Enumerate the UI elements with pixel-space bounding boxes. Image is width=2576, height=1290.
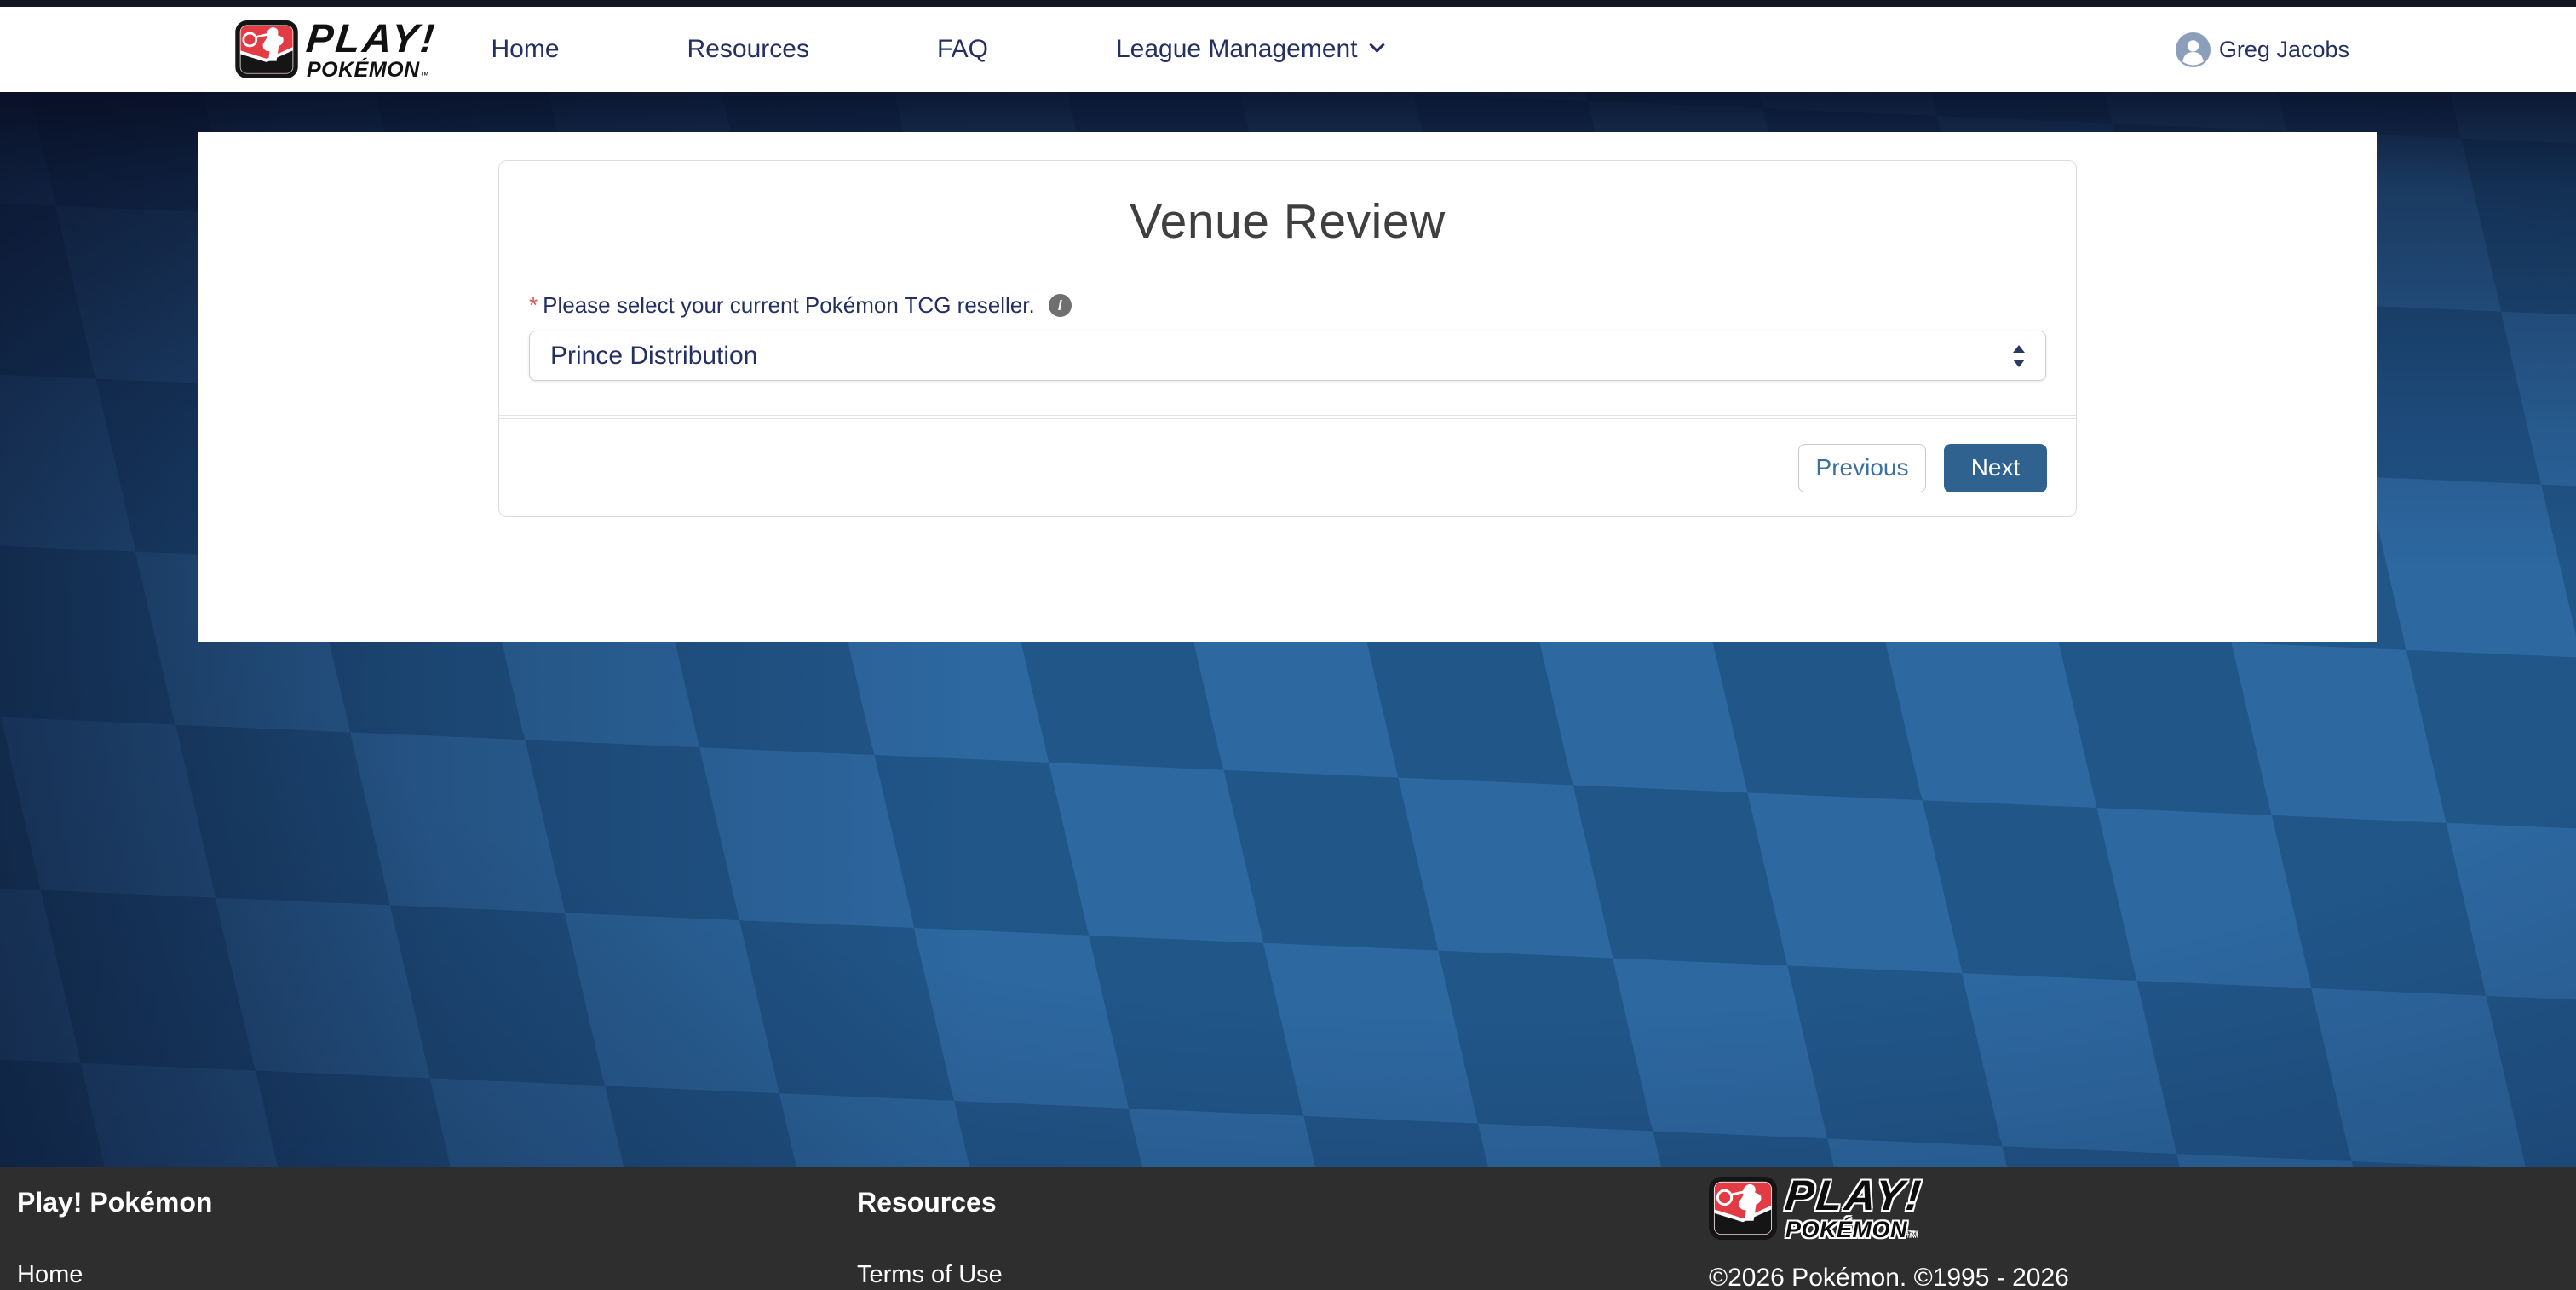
stepper-down-arrow-icon (2013, 360, 2025, 367)
chevron-down-icon (1369, 37, 1384, 52)
user-menu[interactable]: Greg Jacobs (2176, 32, 2349, 67)
play-pokemon-logo-text: PLAY! POKÉMON™ (307, 18, 437, 81)
venue-review-card-footer: Previous Next (499, 418, 2076, 516)
select-stepper-icon (2013, 345, 2025, 367)
footer-links-resources: Terms of Use Privacy Notice (857, 1262, 1709, 1290)
reseller-field-label-row: * Please select your current Pokémon TCG… (529, 292, 2046, 319)
previous-button[interactable]: Previous (1798, 444, 1926, 492)
footer-play-pokemon-logo: PLAY! POKÉMON™ (1709, 1174, 2069, 1241)
copyright-text: ©2026 Pokémon. ©1995 - 2026 (1709, 1264, 2069, 1290)
main-nav: Home Resources FAQ League Management (492, 35, 1383, 64)
nav-item-home[interactable]: Home (492, 35, 560, 64)
stepper-up-arrow-icon (2013, 345, 2025, 353)
footer-heading-resources: Resources (857, 1187, 1709, 1218)
required-marker: * (529, 292, 538, 316)
footer-links-play-pokemon: Home Ad Settings (17, 1262, 857, 1290)
footer-trademark-symbol: ™ (1907, 1231, 1918, 1241)
footer-column-play-pokemon: Play! Pokémon Home Ad Settings (0, 1167, 857, 1290)
venue-review-card: Venue Review * Please select your curren… (498, 160, 2077, 517)
user-name: Greg Jacobs (2219, 37, 2349, 63)
nav-item-resources[interactable]: Resources (687, 35, 809, 64)
nav-item-faq[interactable]: FAQ (937, 35, 988, 64)
footer-logo-pokemon-word: POKÉMON™ (1785, 1218, 1923, 1241)
footer-heading-play-pokemon: Play! Pokémon (17, 1187, 857, 1218)
main-area: Venue Review * Please select your curren… (0, 92, 2576, 1167)
footer-logo-play-word: PLAY! (1783, 1174, 1925, 1217)
next-button[interactable]: Next (1944, 444, 2047, 492)
trademark-symbol: ™ (420, 71, 430, 81)
page: PLAY! POKÉMON™ Home Resources FAQ League… (0, 0, 2576, 1290)
content-panel: Venue Review * Please select your curren… (198, 132, 2377, 642)
play-pokemon-logo[interactable]: PLAY! POKÉMON™ (235, 18, 437, 81)
info-icon[interactable]: i (1049, 294, 1072, 317)
footer-logo-text: PLAY! POKÉMON™ (1785, 1174, 1923, 1241)
reseller-field-label: Please select your current Pokémon TCG r… (543, 292, 1035, 319)
logo-pokemon-word: POKÉMON™ (307, 60, 437, 81)
user-avatar-icon (2176, 32, 2211, 67)
page-title: Venue Review (499, 193, 2076, 250)
footer-play-pokemon-logo-icon (1709, 1177, 1777, 1240)
footer-column-resources: Resources Terms of Use Privacy Notice (857, 1167, 1709, 1290)
footer-link-home[interactable]: Home (17, 1262, 857, 1288)
venue-review-card-body: Venue Review * Please select your curren… (499, 161, 2076, 416)
footer-column-brand: PLAY! POKÉMON™ ©2026 Pokémon. ©1995 - 20… (1709, 1167, 2069, 1290)
footer: Play! Pokémon Home Ad Settings Resources… (0, 1167, 2576, 1290)
play-pokemon-logo-icon (235, 20, 298, 78)
logo-play-word: PLAY! (305, 18, 439, 58)
reseller-select[interactable]: Prince Distribution (529, 331, 2046, 381)
reseller-select-value: Prince Distribution (550, 342, 757, 371)
nav-item-league-management[interactable]: League Management (1116, 35, 1383, 64)
footer-link-terms-of-use[interactable]: Terms of Use (857, 1262, 1709, 1288)
top-strip (0, 0, 2576, 7)
header: PLAY! POKÉMON™ Home Resources FAQ League… (0, 7, 2576, 92)
